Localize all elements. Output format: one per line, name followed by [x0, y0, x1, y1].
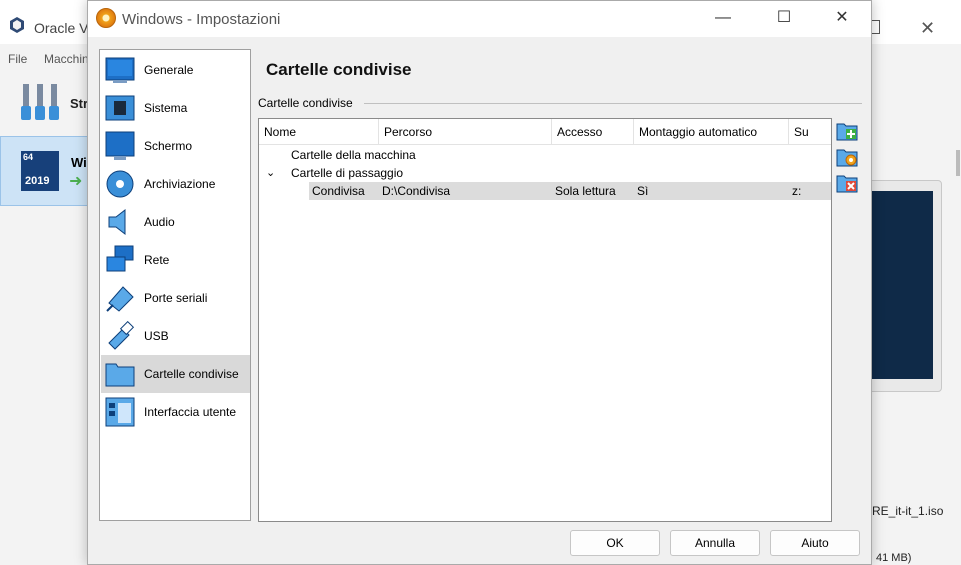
table-header: Nome Percorso Accesso Montaggio automati… [259, 119, 831, 145]
column-header-percorso[interactable]: Percorso [379, 119, 552, 145]
group-divider [364, 103, 862, 104]
column-header-montaggio[interactable]: Montaggio automatico [634, 119, 789, 145]
page-title: Cartelle condivise [266, 60, 412, 79]
main-scrollbar[interactable] [956, 150, 960, 176]
folder-icon [105, 363, 135, 387]
group-name: Cartelle della macchina [291, 148, 416, 162]
nav-item-rete[interactable]: Rete [101, 241, 250, 279]
close-button[interactable]: ✕ [829, 6, 855, 30]
ui-layout-icon [105, 397, 135, 427]
edit-shared-folder-icon[interactable] [836, 147, 858, 167]
cell-nome: Condivisa [312, 184, 365, 198]
menu-machine[interactable]: Macchin [44, 52, 89, 66]
nav-label: USB [144, 329, 169, 343]
iso-size: 41 MB) [876, 552, 912, 564]
maximize-button[interactable]: ☐ [771, 6, 797, 30]
virtualbox-logo-icon [10, 17, 24, 33]
tree-group-passaggio[interactable]: ⌄ Cartelle di passaggio [259, 164, 831, 182]
nav-label: Audio [144, 215, 175, 229]
nav-item-usb[interactable]: USB [101, 317, 250, 355]
main-window-title: Oracle V [34, 20, 89, 36]
speaker-icon [108, 208, 126, 236]
menu-file[interactable]: File [8, 52, 27, 66]
minimize-button[interactable]: — [710, 6, 736, 30]
group-label: Cartelle condivise [258, 96, 353, 110]
nav-label: Interfaccia utente [144, 405, 237, 419]
network-icon [106, 245, 134, 272]
cell-percorso: D:\Condivisa [382, 184, 451, 198]
cell-accesso: Sola lettura [555, 184, 616, 198]
display-icon [105, 131, 135, 160]
main-maximize-button[interactable] [872, 20, 880, 34]
nav-item-schermo[interactable]: Schermo [101, 127, 250, 165]
nav-label: Archiviazione [144, 177, 216, 191]
nav-label: Generale [144, 63, 194, 77]
running-arrow-icon: ➜ [69, 173, 83, 190]
help-button[interactable]: Aiuto [770, 530, 860, 556]
nav-item-generale[interactable]: Generale [101, 51, 250, 89]
chip-icon [105, 95, 135, 121]
tools-item[interactable]: Str [0, 74, 92, 134]
nav-item-sistema[interactable]: Sistema [101, 89, 250, 127]
group-name: Cartelle di passaggio [291, 166, 404, 180]
windows-2019-icon: 64 2019 [21, 151, 59, 191]
disk-icon [106, 170, 134, 198]
column-header-accesso[interactable]: Accesso [552, 119, 634, 145]
vm-badge-bits: 64 [23, 152, 34, 162]
vm-preview [862, 180, 942, 392]
tools-icon [21, 84, 59, 120]
column-header-su[interactable]: Su [789, 119, 831, 145]
vm-list-item[interactable]: 64 2019 ➜ Wi [0, 136, 92, 206]
nav-item-archiviazione[interactable]: Archiviazione [101, 165, 250, 203]
nav-item-porte-seriali[interactable]: Porte seriali [101, 279, 250, 317]
tree-group-macchina[interactable]: Cartelle della macchina [259, 146, 831, 164]
dialog-title: Windows - Impostazioni [122, 11, 281, 28]
main-close-button[interactable]: ✕ [920, 18, 935, 39]
settings-nav: Generale Sistema Schermo Archiviazione A… [99, 49, 251, 521]
column-header-nome[interactable]: Nome [259, 119, 379, 145]
vm-badge-year: 2019 [25, 175, 50, 187]
nav-item-audio[interactable]: Audio [101, 203, 250, 241]
chevron-down-icon[interactable]: ⌄ [266, 164, 275, 182]
settings-gear-icon [96, 8, 116, 28]
nav-label: Sistema [144, 101, 188, 115]
vm-preview-screen [871, 191, 933, 379]
cancel-button[interactable]: Annulla [670, 530, 760, 556]
settings-dialog: Windows - Impostazioni — ☐ ✕ Generale Si… [87, 0, 872, 565]
table-row[interactable]: Condivisa D:\Condivisa Sola lettura Sì z… [309, 182, 831, 200]
nav-label: Rete [144, 253, 170, 267]
cell-su: z: [792, 184, 802, 198]
monitor-icon [105, 57, 135, 83]
dialog-title-bar: Windows - Impostazioni — ☐ ✕ [88, 1, 871, 37]
nav-label: Schermo [144, 139, 193, 153]
nav-label: Porte seriali [144, 291, 208, 305]
vm-name: Wi [71, 155, 87, 170]
ok-button[interactable]: OK [570, 530, 660, 556]
nav-item-cartelle-condivise[interactable]: Cartelle condivise [101, 355, 250, 393]
nav-item-interfaccia-utente[interactable]: Interfaccia utente [101, 393, 250, 431]
cell-montaggio: Sì [637, 184, 649, 198]
iso-filename: RE_it-it_1.iso [872, 504, 944, 518]
tools-label: Str [70, 96, 89, 111]
remove-shared-folder-icon[interactable] [836, 173, 858, 193]
usb-icon [108, 321, 135, 350]
nav-label: Cartelle condivise [144, 367, 239, 381]
shared-folders-table[interactable]: Nome Percorso Accesso Montaggio automati… [258, 118, 832, 522]
add-shared-folder-icon[interactable] [836, 121, 858, 141]
serial-port-icon [106, 286, 134, 312]
